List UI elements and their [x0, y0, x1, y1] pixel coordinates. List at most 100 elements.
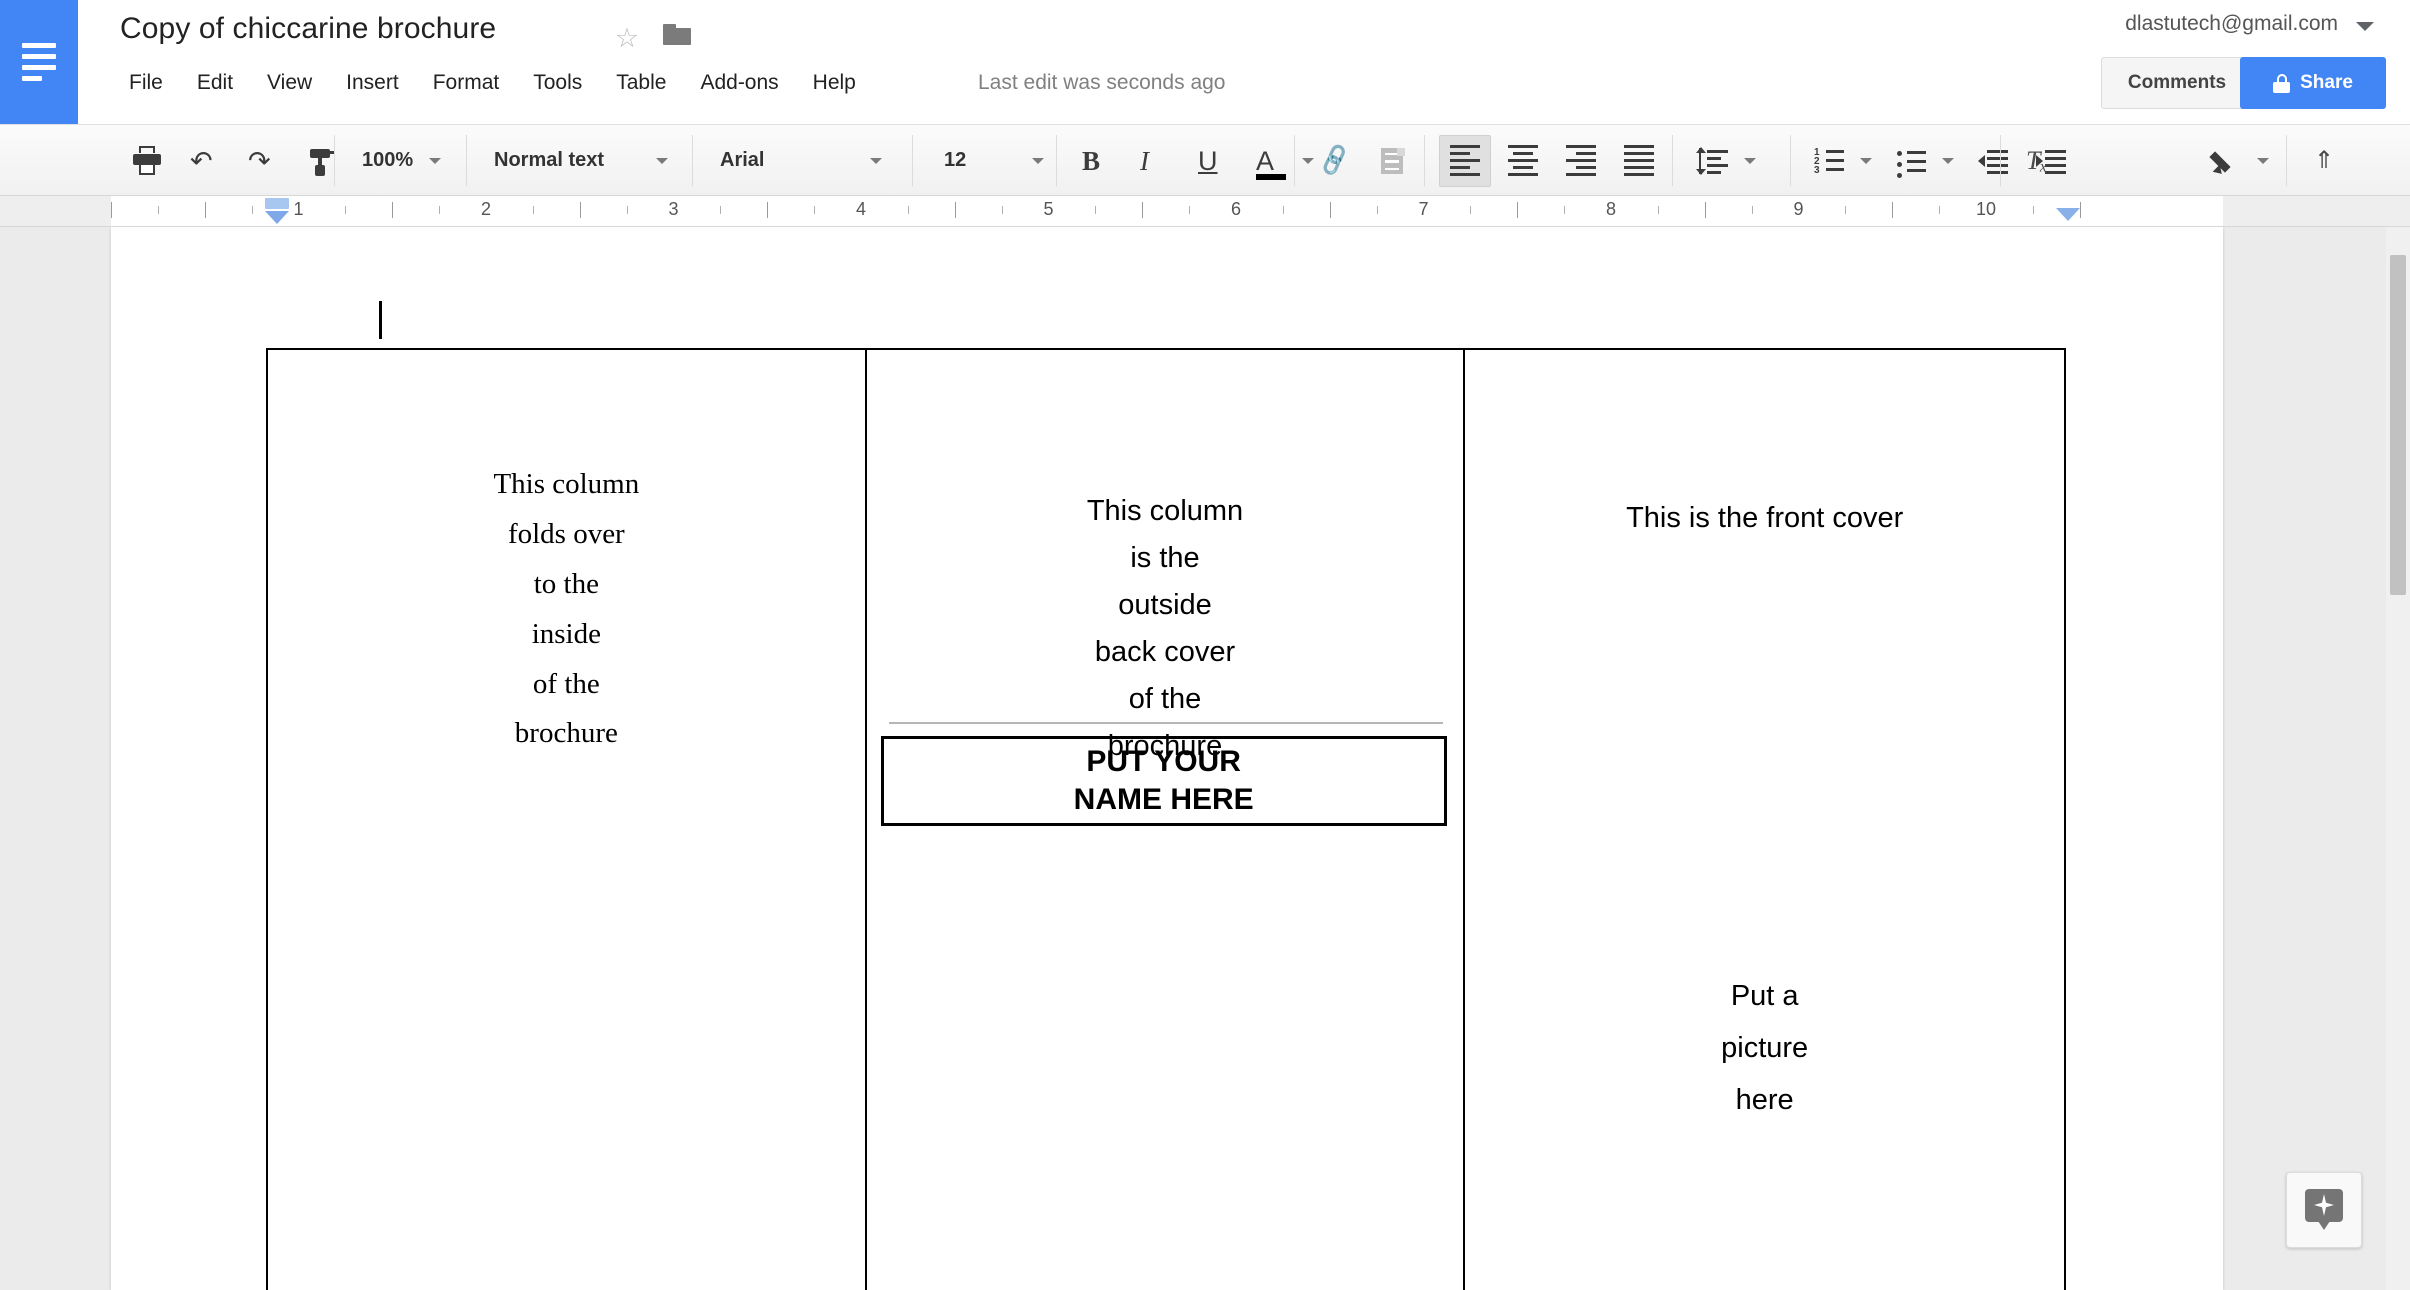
chevron-down-icon[interactable] [1744, 157, 1756, 164]
folder-icon[interactable] [663, 24, 693, 48]
star-icon[interactable]: ☆ [613, 24, 641, 52]
italic-button[interactable]: I [1129, 135, 1181, 187]
ruler-tick [1376, 206, 1378, 214]
chevron-down-icon[interactable] [2356, 22, 2374, 31]
name-placeholder-text: PUT YOUR NAME HERE [1074, 743, 1254, 820]
account-email[interactable]: dlastutech@gmail.com [2125, 12, 2338, 36]
undo-button[interactable]: ↶ [179, 135, 231, 187]
toolbar-divider [1672, 135, 1673, 186]
paint-format-icon [306, 146, 336, 176]
align-right-button[interactable] [1555, 135, 1607, 187]
ruler-tick [1470, 206, 1472, 214]
toolbar-group-text-format: B I U A [1068, 125, 1324, 196]
paint-format-button[interactable] [295, 135, 347, 187]
ruler-tick [392, 202, 394, 218]
menu-help[interactable]: Help [796, 66, 873, 100]
zoom-value: 100% [362, 149, 414, 171]
last-edit-status[interactable]: Last edit was seconds ago [978, 66, 1226, 100]
ruler-tick [532, 206, 534, 214]
name-placeholder-box[interactable]: PUT YOUR NAME HERE [880, 736, 1447, 826]
ruler-number: 5 [1043, 199, 1054, 219]
paragraph-style-selector[interactable]: Normal text [480, 135, 678, 187]
line-spacing-button[interactable] [1687, 135, 1739, 187]
menu-tools[interactable]: Tools [516, 66, 599, 100]
toolbar-divider [334, 135, 335, 186]
scrollbar-thumb[interactable] [2390, 255, 2406, 595]
menu-file[interactable]: File [112, 66, 180, 100]
toolbar-group-misc: Tₓ [2012, 125, 2279, 196]
ruler-tick [1751, 206, 1753, 214]
add-comment-icon [1378, 146, 1408, 176]
insert-link-button[interactable]: 🔗 [1309, 135, 1361, 187]
clear-formatting-button[interactable]: Tₓ [2015, 135, 2067, 187]
docs-home-logo[interactable] [0, 0, 78, 124]
numbered-list-button[interactable]: 123 [1803, 135, 1855, 187]
toolbar-divider [692, 135, 693, 186]
brochure-column-inside-fold[interactable]: This column folds over to the inside of … [268, 350, 867, 1290]
ruler-number: 1 [293, 199, 304, 219]
chevron-down-icon [429, 157, 442, 164]
ruler-tick [204, 202, 206, 218]
align-justify-button[interactable] [1613, 135, 1665, 187]
text-line: to the [533, 567, 599, 600]
menu-format[interactable]: Format [416, 66, 517, 100]
menu-add-ons[interactable]: Add-ons [683, 66, 795, 100]
align-left-icon [1450, 141, 1480, 180]
toolbar-group-alignment [1436, 125, 1668, 196]
align-left-button[interactable] [1439, 134, 1491, 187]
left-indent-marker[interactable] [265, 198, 289, 224]
menu-edit[interactable]: Edit [180, 66, 250, 100]
redo-button[interactable]: ↷ [237, 135, 289, 187]
add-comment-button[interactable] [1367, 135, 1419, 187]
text-line: Put a [1730, 980, 1799, 1012]
zoom-selector[interactable]: 100% [348, 135, 451, 187]
menu-view[interactable]: View [250, 66, 329, 100]
line-spacing-icon [1696, 146, 1728, 176]
vertical-scrollbar[interactable] [2386, 227, 2410, 1290]
front-cover-title: This is the front cover [1626, 502, 1904, 534]
font-size-selector[interactable]: 12 [930, 135, 1054, 187]
ruler-tick [1892, 202, 1894, 218]
text-color-button[interactable]: A [1245, 135, 1297, 187]
share-button[interactable]: Share [2240, 57, 2386, 109]
clear-formatting-icon: Tₓ [2026, 145, 2048, 175]
align-center-button[interactable] [1497, 135, 1549, 187]
chevron-down-icon[interactable] [1942, 157, 1954, 164]
toolbar-group-actions: ↶ ↷ [118, 125, 350, 196]
document-canvas[interactable]: This column folds over to the inside of … [0, 227, 2410, 1290]
brochure-column-front-cover[interactable]: This is the front cover Put a picture he… [1465, 350, 2064, 1290]
back-cover-text: This column is the outside back cover of… [891, 488, 1440, 770]
font-family-selector[interactable]: Arial [706, 135, 892, 187]
chevron-down-icon[interactable] [1860, 157, 1872, 164]
ruler-tick [720, 206, 722, 214]
edit-mode-button[interactable] [2200, 135, 2252, 187]
comments-button[interactable]: Comments [2101, 57, 2253, 109]
document-page[interactable]: This column folds over to the inside of … [111, 227, 2223, 1290]
brochure-table[interactable]: This column folds over to the inside of … [266, 348, 2066, 1290]
toolbar-group-font-size: 12 [930, 125, 1054, 196]
print-button[interactable] [121, 135, 173, 187]
explore-button[interactable] [2286, 1172, 2362, 1248]
bulleted-list-button[interactable] [1885, 135, 1937, 187]
brochure-column-back-cover[interactable]: This column is the outside back cover of… [867, 350, 1466, 1290]
underline-button[interactable]: U [1187, 135, 1239, 187]
menu-insert[interactable]: Insert [329, 66, 416, 100]
document-title[interactable]: Copy of chiccarine brochure [120, 12, 496, 46]
right-indent-marker[interactable] [2056, 208, 2080, 222]
document-ruler[interactable]: 1 2 3 4 5 6 7 8 9 10 [0, 196, 2410, 227]
ruler-tick [907, 206, 909, 214]
collapse-toolbar-button[interactable]: ⇑ [2303, 135, 2355, 187]
ruler-tick [1282, 206, 1284, 214]
bulleted-list-icon [1896, 146, 1926, 178]
menu-table[interactable]: Table [599, 66, 683, 100]
bold-icon: B [1082, 145, 1101, 176]
bold-button[interactable]: B [1071, 135, 1123, 187]
text-line: This column [1086, 495, 1244, 527]
ruler-tick [1564, 206, 1566, 214]
ruler-tick [1939, 206, 1941, 214]
text-cursor [379, 301, 382, 339]
link-icon: 🔗 [1316, 142, 1354, 178]
chevron-down-icon [656, 157, 669, 164]
chevron-down-icon[interactable] [2257, 157, 2269, 164]
chevron-down-icon [870, 157, 883, 164]
